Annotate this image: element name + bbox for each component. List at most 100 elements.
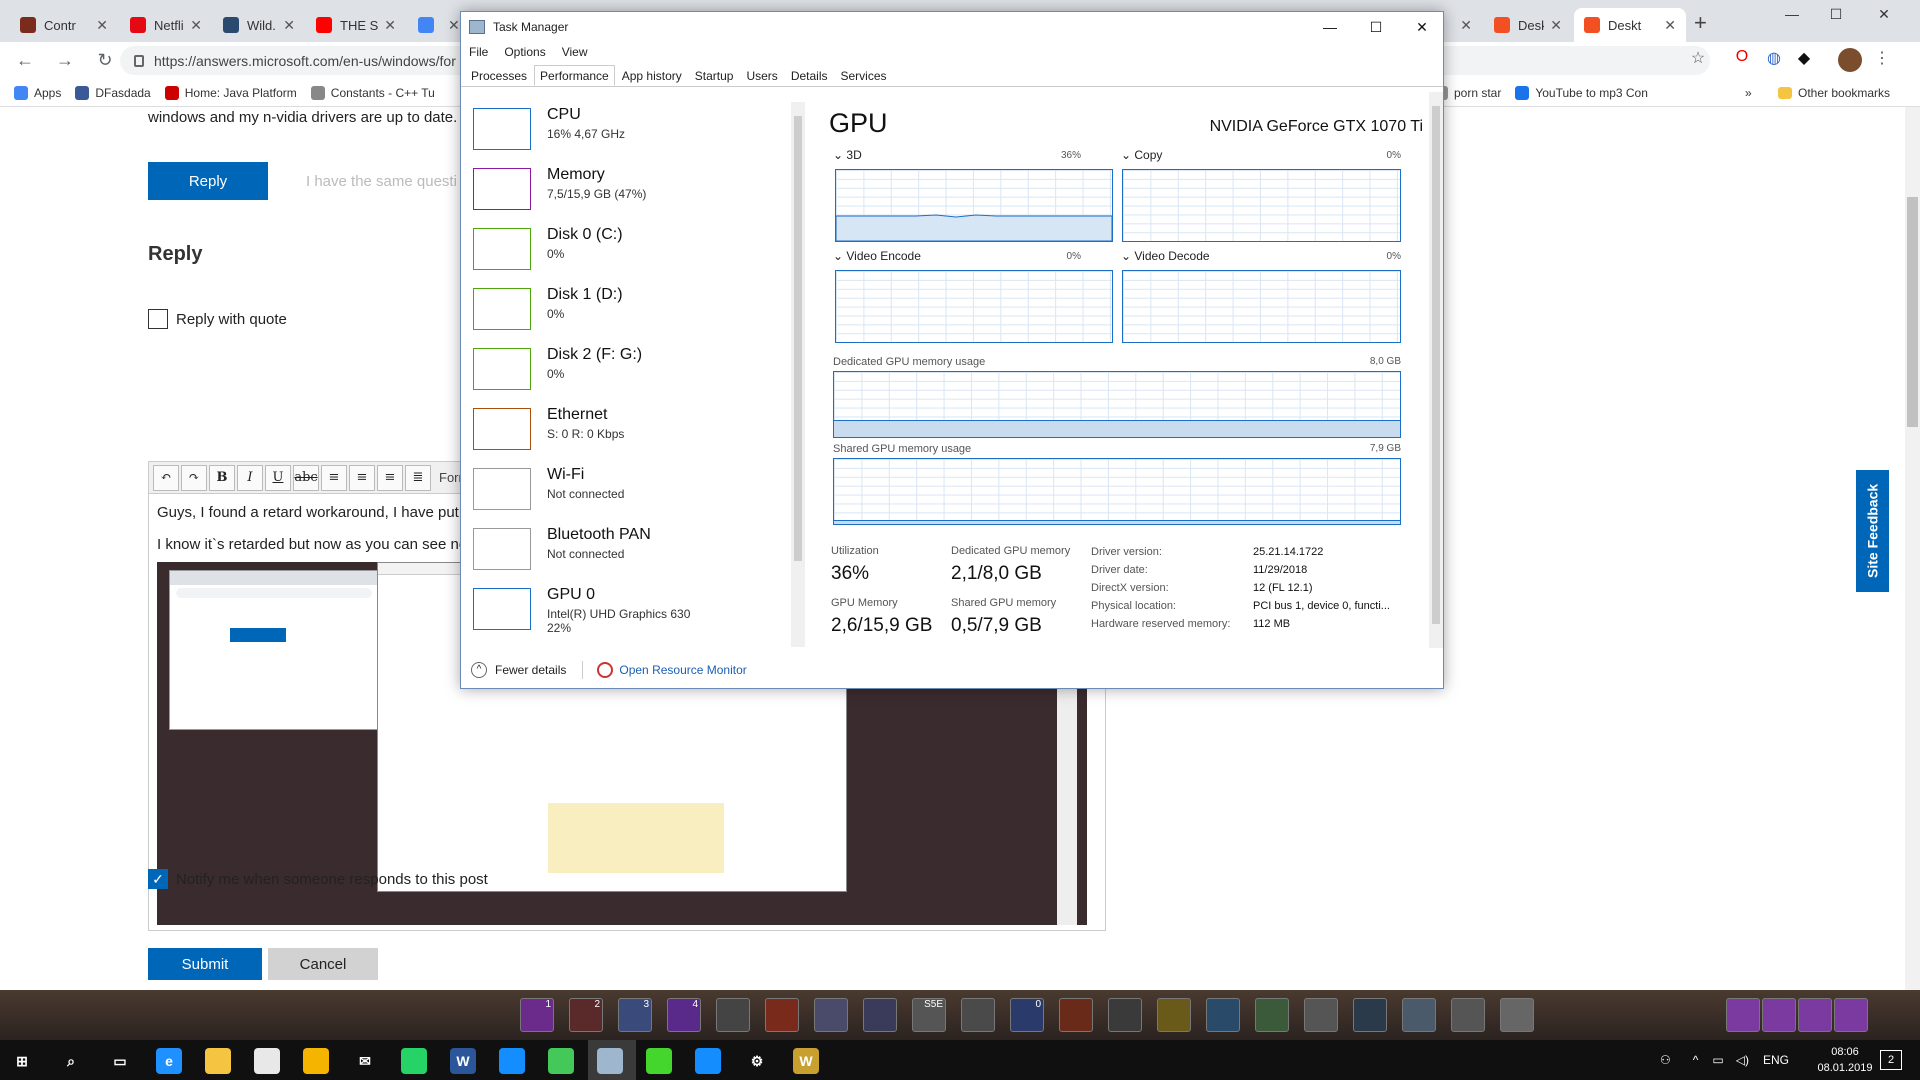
- resource-item[interactable]: Bluetooth PAN Not connected: [469, 520, 789, 580]
- align-right-icon[interactable]: ≡: [377, 464, 403, 491]
- bag-slot[interactable]: [1834, 998, 1868, 1032]
- more-bookmarks-icon[interactable]: »: [1745, 86, 1752, 100]
- avatar[interactable]: [1838, 48, 1862, 72]
- action-slot[interactable]: 2: [569, 998, 603, 1032]
- tab-close-icon[interactable]: ✕: [190, 17, 202, 34]
- start-icon[interactable]: ⊞: [9, 1048, 35, 1074]
- bold-icon[interactable]: B: [209, 464, 235, 491]
- underline-icon[interactable]: U: [265, 464, 291, 491]
- other-bookmarks[interactable]: Other bookmarks: [1778, 86, 1890, 100]
- close-icon[interactable]: ✕: [1864, 6, 1904, 28]
- resource-item[interactable]: Wi-Fi Not connected: [469, 460, 789, 520]
- network-icon[interactable]: ▭: [1712, 1053, 1723, 1067]
- action-slot[interactable]: [1157, 998, 1191, 1032]
- resource-item[interactable]: Ethernet S: 0 R: 0 Kbps: [469, 400, 789, 460]
- site-feedback-button[interactable]: Site Feedback: [1856, 470, 1889, 592]
- action-slot[interactable]: [1402, 998, 1436, 1032]
- reply-with-quote-checkbox[interactable]: [148, 309, 168, 329]
- engine-3d-label[interactable]: ⌄ 3D: [833, 148, 862, 162]
- tm-list-scrollbar[interactable]: [791, 102, 805, 647]
- action-slot[interactable]: [1255, 998, 1289, 1032]
- tm-tab[interactable]: Processes: [465, 65, 533, 86]
- page-scrollbar-thumb[interactable]: [1907, 197, 1918, 427]
- fewer-details-link[interactable]: Fewer details: [495, 663, 566, 677]
- task-view-icon[interactable]: ▭: [107, 1048, 133, 1074]
- action-slot[interactable]: [1206, 998, 1240, 1032]
- action-slot[interactable]: S5E: [912, 998, 946, 1032]
- strikethrough-icon[interactable]: abc: [293, 464, 319, 491]
- tab-close-icon[interactable]: ✕: [384, 17, 396, 34]
- menu-view[interactable]: View: [562, 45, 588, 59]
- tm-maximize-icon[interactable]: ☐: [1353, 12, 1399, 42]
- align-center-icon[interactable]: ≡: [349, 464, 375, 491]
- resource-item[interactable]: Disk 1 (D:) 0%: [469, 280, 789, 340]
- menu-file[interactable]: File: [469, 45, 488, 59]
- bag-slot[interactable]: [1726, 998, 1760, 1032]
- volume-icon[interactable]: ◁): [1736, 1053, 1749, 1067]
- tm-minimize-icon[interactable]: —: [1307, 12, 1353, 42]
- bag-slot[interactable]: [1798, 998, 1832, 1032]
- tab-close-icon[interactable]: ✕: [283, 17, 295, 34]
- clock[interactable]: 08:06 08.01.2019: [1810, 1044, 1880, 1076]
- action-slot[interactable]: [716, 998, 750, 1032]
- action-slot[interactable]: [1500, 998, 1534, 1032]
- bookmark-item[interactable]: Home: Java Platform: [164, 85, 297, 100]
- submit-button[interactable]: Submit: [148, 948, 262, 980]
- action-slot[interactable]: [1304, 998, 1338, 1032]
- notify-checkbox[interactable]: ✓: [148, 869, 168, 889]
- word-icon[interactable]: W: [450, 1048, 476, 1074]
- tm-main-scrollbar-thumb[interactable]: [1432, 106, 1440, 624]
- same-question-button[interactable]: I have the same questi: [306, 173, 457, 190]
- redo-icon[interactable]: ↷: [181, 464, 207, 491]
- action-slot[interactable]: 1: [520, 998, 554, 1032]
- action-slot[interactable]: [1108, 998, 1142, 1032]
- cancel-button[interactable]: Cancel: [268, 948, 378, 980]
- wow-icon[interactable]: W: [793, 1048, 819, 1074]
- bookmark-star-icon[interactable]: ☆: [1686, 48, 1710, 72]
- tm-tab[interactable]: Performance: [534, 65, 615, 86]
- tm-tab[interactable]: Startup: [689, 65, 740, 86]
- menu-options[interactable]: Options: [504, 45, 545, 59]
- tm-close-icon[interactable]: ✕: [1399, 12, 1445, 42]
- language-indicator[interactable]: ENG: [1763, 1053, 1789, 1067]
- browser-tab[interactable]: Wild. ✕: [213, 8, 305, 42]
- tm-tab[interactable]: Details: [785, 65, 834, 86]
- bookmark-item[interactable]: porn star: [1434, 85, 1501, 100]
- tm-tab[interactable]: Services: [835, 65, 893, 86]
- fewer-details-icon[interactable]: ^: [471, 662, 487, 678]
- menu-icon[interactable]: ⋮: [1870, 48, 1894, 72]
- tab-close-icon[interactable]: ✕: [448, 17, 460, 34]
- browser-tab[interactable]: Contr ✕: [10, 8, 118, 42]
- action-slot[interactable]: [1353, 998, 1387, 1032]
- action-slot[interactable]: 4: [667, 998, 701, 1032]
- bookmark-item[interactable]: DFasdada: [75, 85, 151, 100]
- extension-icon[interactable]: ◍: [1762, 48, 1786, 72]
- whatsapp-icon[interactable]: [401, 1048, 427, 1074]
- show-hidden-icons[interactable]: ^: [1693, 1053, 1699, 1067]
- settings-icon[interactable]: ⚙: [744, 1048, 770, 1074]
- opera-extension-icon[interactable]: O: [1730, 48, 1754, 72]
- bookmark-item[interactable]: Apps: [14, 85, 61, 100]
- action-slot[interactable]: [961, 998, 995, 1032]
- action-slot[interactable]: [863, 998, 897, 1032]
- tab-close-icon[interactable]: ✕: [1664, 17, 1676, 34]
- browser-tab[interactable]: Netflix ✕: [120, 8, 212, 42]
- reload-icon[interactable]: ↻: [90, 50, 120, 71]
- razer-icon[interactable]: [646, 1048, 672, 1074]
- minimize-icon[interactable]: —: [1772, 6, 1812, 28]
- bookmark-item[interactable]: Constants - C++ Tu: [310, 85, 435, 100]
- tab-close-icon[interactable]: ✕: [1460, 17, 1472, 34]
- shield-extension-icon[interactable]: ◆: [1792, 48, 1816, 72]
- browser-tab[interactable]: Deskt ✕: [1574, 8, 1686, 42]
- engine-video-decode-label[interactable]: ⌄ Video Decode: [1121, 249, 1210, 263]
- browser-tab[interactable]: Ma✕: [408, 8, 460, 42]
- undo-icon[interactable]: ↶: [153, 464, 179, 491]
- battlenet2-icon[interactable]: [695, 1048, 721, 1074]
- tab-close-icon[interactable]: ✕: [1550, 17, 1562, 34]
- tm-list-scrollbar-thumb[interactable]: [794, 116, 802, 561]
- tm-tab[interactable]: App history: [616, 65, 688, 86]
- page-scrollbar[interactable]: [1905, 107, 1920, 990]
- edge-icon[interactable]: e: [156, 1048, 182, 1074]
- bookmark-item[interactable]: YouTube to mp3 Con: [1515, 85, 1648, 100]
- action-slot[interactable]: [814, 998, 848, 1032]
